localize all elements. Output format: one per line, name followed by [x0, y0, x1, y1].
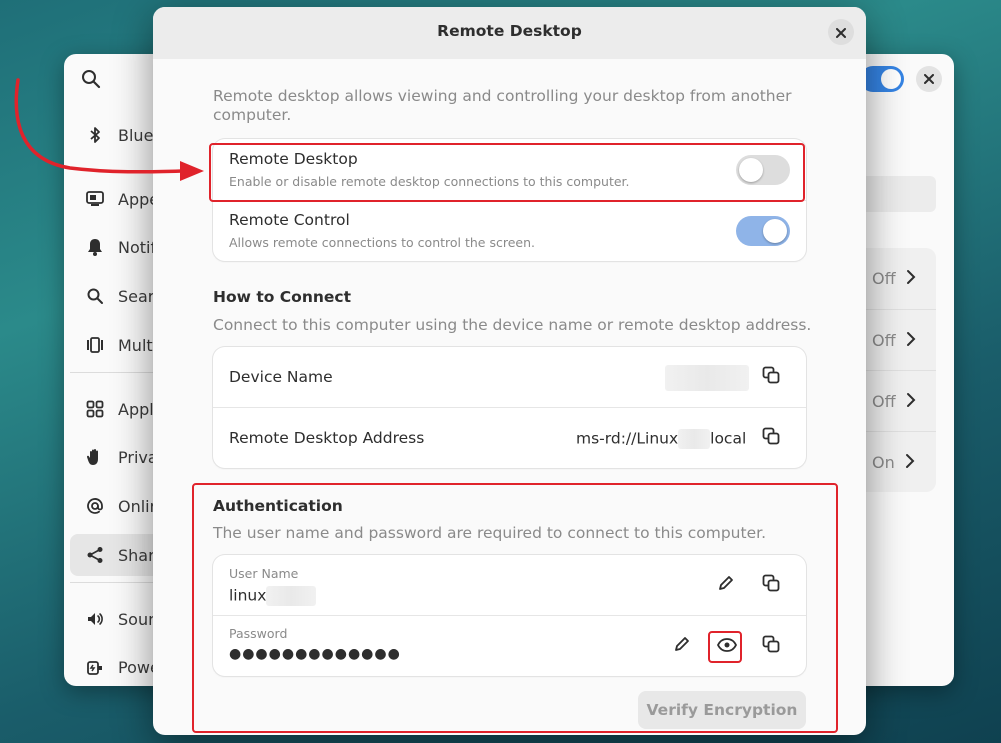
- show-password-button[interactable]: [713, 632, 741, 660]
- toggles-card: Remote Desktop Enable or disable remote …: [213, 139, 806, 261]
- copy-icon: [762, 574, 780, 596]
- search-icon[interactable]: [80, 68, 102, 90]
- pencil-icon: [673, 635, 691, 657]
- pencil-icon: [717, 574, 735, 596]
- copy-address-button[interactable]: [757, 424, 785, 452]
- edit-username-button[interactable]: [712, 571, 740, 599]
- username-label: User Name: [229, 566, 299, 581]
- dialog-header: Remote Desktop: [153, 7, 866, 59]
- eye-icon: [716, 637, 738, 656]
- copy-icon: [762, 635, 780, 657]
- password-label: Password: [229, 626, 288, 641]
- background-close-button[interactable]: [916, 66, 942, 92]
- sidebar-item-label: Sear: [118, 286, 155, 306]
- chevron-right-icon: [905, 453, 915, 473]
- username-value: linux: [229, 586, 317, 606]
- how-to-connect-description: Connect to this computer using the devic…: [213, 316, 812, 334]
- device-name-label: Device Name: [229, 368, 333, 386]
- connection-info-card: Device Name Remote Desktop Address ms-rd…: [213, 347, 806, 468]
- remote-desktop-row[interactable]: Remote Desktop Enable or disable remote …: [213, 139, 806, 200]
- sidebar-item-label: Priva: [118, 447, 158, 467]
- address-suffix: local: [710, 429, 747, 448]
- username-row: User Name linux: [213, 555, 806, 615]
- copy-icon: [762, 366, 780, 388]
- address-prefix: ms-rd://Linux: [576, 429, 679, 448]
- appearance-icon: [84, 188, 106, 210]
- credentials-card: User Name linux Password ●●●●●●●●●●●●●: [213, 555, 806, 676]
- redacted-text: [266, 586, 317, 606]
- chevron-right-icon: [906, 331, 916, 351]
- hand-icon: [84, 446, 106, 468]
- remote-control-row[interactable]: Remote Control Allows remote connections…: [213, 201, 806, 261]
- dialog-title: Remote Desktop: [437, 22, 582, 40]
- grid-icon: [84, 398, 106, 420]
- close-icon: [836, 23, 846, 42]
- chevron-right-icon: [906, 269, 916, 289]
- switch-knob: [739, 158, 763, 182]
- verify-encryption-button[interactable]: Verify Encryption: [638, 691, 806, 729]
- copy-password-button[interactable]: [757, 632, 785, 660]
- redacted-text: [678, 429, 711, 449]
- edit-password-button[interactable]: [668, 632, 696, 660]
- row-status: Off: [872, 331, 896, 350]
- bell-icon: [84, 236, 106, 258]
- authentication-heading: Authentication: [213, 497, 343, 515]
- how-to-connect-heading: How to Connect: [213, 288, 351, 306]
- row-subtitle: Enable or disable remote desktop connect…: [229, 174, 630, 189]
- search-icon: [84, 285, 106, 307]
- close-button[interactable]: [828, 19, 854, 45]
- password-row: Password ●●●●●●●●●●●●●: [213, 616, 806, 676]
- address-label: Remote Desktop Address: [229, 429, 425, 447]
- row-status: Off: [872, 269, 896, 288]
- device-name-value: [665, 365, 749, 391]
- row-title: Remote Control: [229, 211, 350, 229]
- copy-username-button[interactable]: [757, 571, 785, 599]
- share-icon: [84, 544, 106, 566]
- remote-desktop-dialog: Remote Desktop Remote desktop allows vie…: [153, 7, 866, 735]
- device-name-row: Device Name: [213, 347, 806, 407]
- power-icon: [84, 656, 106, 678]
- at-icon: [84, 495, 106, 517]
- dialog-description: Remote desktop allows viewing and contro…: [213, 87, 792, 124]
- sidebar-item-label: Multi: [118, 335, 158, 355]
- remote-control-switch[interactable]: [736, 216, 790, 246]
- row-status: On: [872, 453, 895, 472]
- remote-desktop-switch[interactable]: [736, 155, 790, 185]
- username-text: linux: [229, 586, 267, 605]
- copy-icon: [762, 427, 780, 449]
- password-value: ●●●●●●●●●●●●●: [229, 646, 401, 662]
- speaker-icon: [84, 608, 106, 630]
- background-switch[interactable]: [860, 66, 904, 92]
- row-status: Off: [872, 392, 896, 411]
- copy-device-name-button[interactable]: [757, 363, 785, 391]
- row-title: Remote Desktop: [229, 150, 358, 168]
- sidebar-item-label: Notif: [118, 237, 157, 257]
- row-subtitle: Allows remote connections to control the…: [229, 235, 535, 250]
- bluetooth-icon: [84, 124, 106, 146]
- remote-desktop-address-row: Remote Desktop Address ms-rd://Linux loca…: [213, 408, 806, 468]
- authentication-description: The user name and password are required …: [213, 524, 766, 542]
- address-value: ms-rd://Linux local: [576, 429, 746, 449]
- switch-knob: [763, 219, 787, 243]
- chevron-right-icon: [906, 392, 916, 412]
- multitasking-icon: [84, 334, 106, 356]
